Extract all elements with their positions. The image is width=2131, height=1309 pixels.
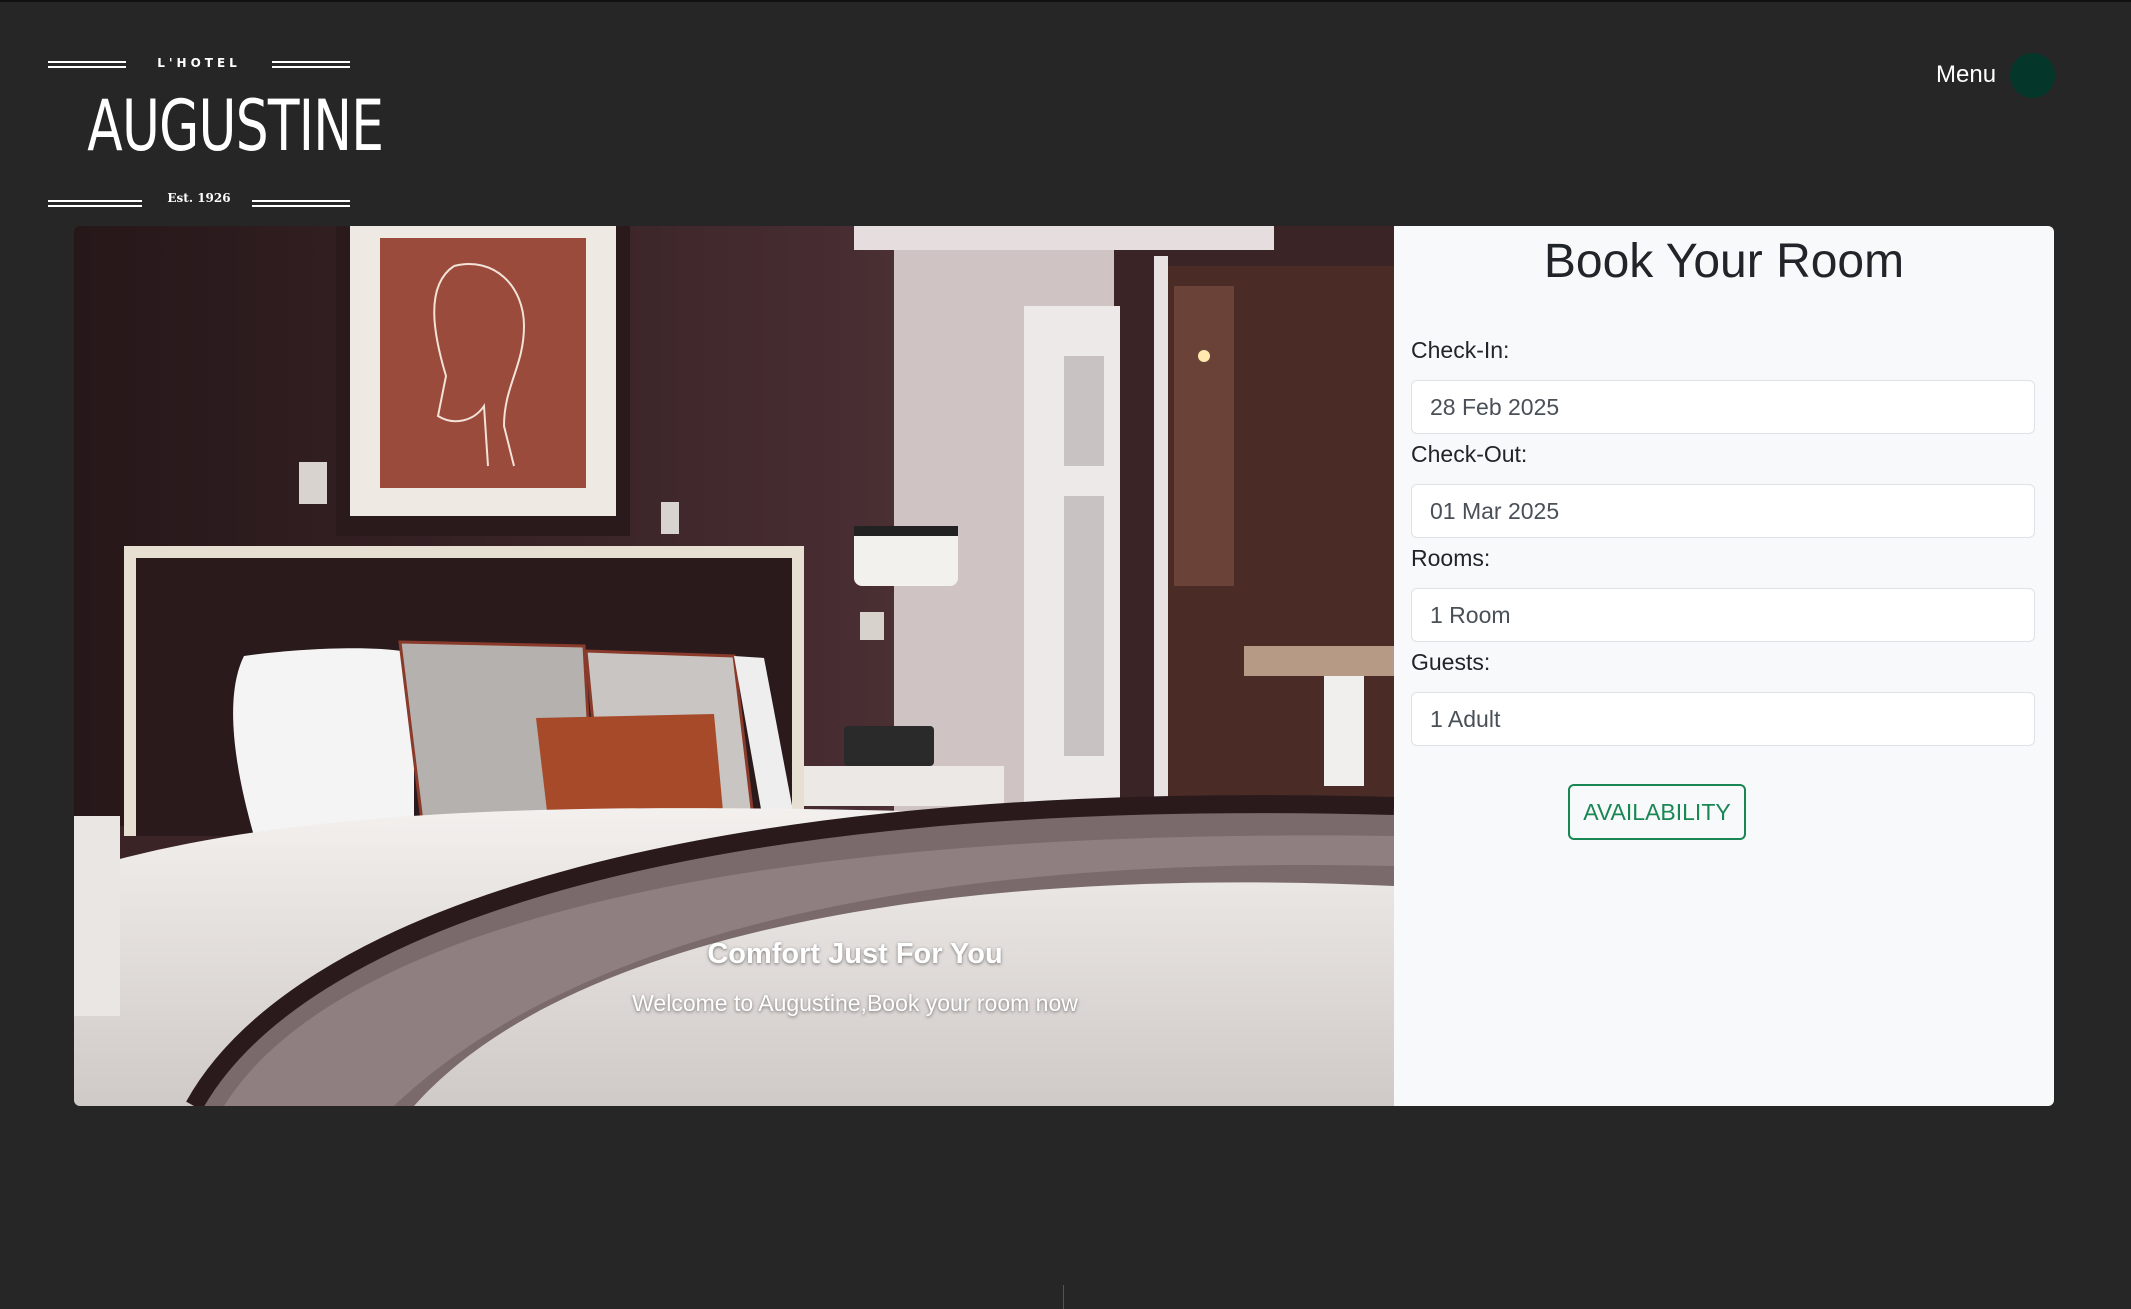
hero-illustration [74, 226, 1394, 1106]
logo-established: Est. 1926 [167, 191, 231, 205]
hero-image [74, 226, 1394, 1106]
logo-top-text: L'HOTEL [157, 56, 241, 70]
menu-label: Menu [1936, 61, 1997, 88]
check-in-label: Check-In: [1411, 337, 1510, 363]
divider [1063, 1285, 1064, 1309]
menu-button[interactable]: Menu [1936, 52, 2056, 98]
top-border [0, 0, 2131, 2]
rooms-label: Rooms: [1411, 545, 1491, 571]
logo-name: AUGUSTINE [87, 85, 384, 167]
booking-panel: Book Your Room Check-In: Check-Out: Room… [1394, 226, 2054, 1106]
check-out-input[interactable] [1411, 484, 2035, 538]
guests-input[interactable] [1411, 692, 2035, 746]
availability-button[interactable]: AVAILABILITY [1568, 784, 1746, 840]
menu-dot-icon [2010, 52, 2056, 98]
booking-title: Book Your Room [1543, 235, 1905, 288]
guests-label: Guests: [1411, 649, 1491, 675]
check-in-input[interactable] [1411, 380, 2035, 434]
rooms-input[interactable] [1411, 588, 2035, 642]
check-out-label: Check-Out: [1411, 441, 1528, 467]
hotel-logo[interactable]: L'HOTEL AUGUSTINE Est. 1926 [48, 52, 384, 212]
